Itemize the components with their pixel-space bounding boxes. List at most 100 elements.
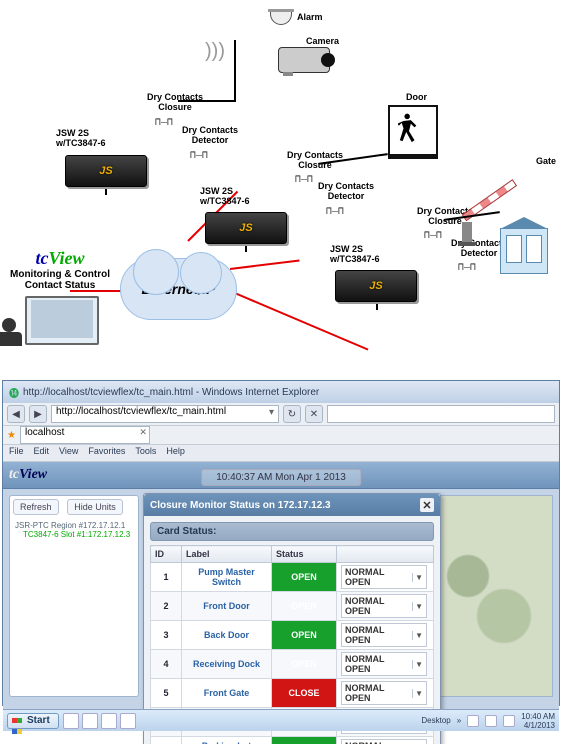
operator-monitor [25, 296, 99, 345]
dialog-title: Closure Monitor Status on 172.17.12.3 [150, 500, 331, 511]
signal-icon: ))) [205, 40, 225, 63]
tab[interactable]: localhost ✕ [20, 426, 150, 444]
brand-sub2: Contact Status [10, 280, 110, 291]
menu-help[interactable]: Help [166, 446, 185, 460]
normal-select[interactable]: NORMAL OPEN▼ [341, 623, 427, 647]
alarm-dome [270, 12, 292, 25]
chevron-down-icon: ▼ [412, 631, 423, 640]
device1-closure-label: Dry ContactsClosure [145, 92, 205, 112]
taskbar-clock[interactable]: 10:40 AM4/1/2013 [521, 712, 555, 730]
normal-select[interactable]: NORMAL OPEN▼ [341, 681, 427, 705]
normal-select[interactable]: NORMAL OPEN▼ [341, 594, 427, 618]
tab-close-icon[interactable]: ✕ [139, 427, 147, 438]
col-status: Status [272, 546, 337, 563]
dialog-subtitle: Card Status: [150, 522, 434, 541]
cell-label: Parking Lot Entrance [182, 737, 272, 744]
dialog-close-button[interactable]: ✕ [420, 498, 434, 512]
cell-status: OPEN [272, 563, 337, 592]
app-brand-view: View [19, 467, 47, 482]
tray-icon[interactable] [485, 715, 497, 727]
normal-select[interactable]: NORMAL OPEN▼ [341, 652, 427, 676]
menu-view[interactable]: View [59, 446, 78, 460]
menu-tools[interactable]: Tools [135, 446, 156, 460]
quicklaunch-icon[interactable] [82, 713, 98, 729]
cell-normal: NORMAL OPEN▼ [337, 563, 434, 592]
window-titlebar: ⓮ http://localhost/tcviewflex/tc_main.ht… [3, 381, 559, 403]
menu-edit[interactable]: Edit [34, 446, 50, 460]
windows-logo-icon [12, 715, 24, 727]
alarm-label: Alarm [297, 12, 323, 22]
tree-root[interactable]: JSR-PTC Region #172.17.12.1 [15, 521, 133, 530]
brand-logo: tcView [10, 248, 110, 269]
desktop-label[interactable]: Desktop [421, 716, 450, 725]
app-brand-tc: tc [9, 467, 19, 482]
device1-model: JSW 2Sw/TC3847-6 [56, 128, 106, 148]
gate-label: Gate [536, 156, 556, 166]
closure-monitor-dialog: Closure Monitor Status on 172.17.12.3 ✕ … [143, 493, 441, 744]
taskbar: Start Desktop » 10:40 AM4/1/2013 [3, 709, 559, 731]
cell-label: Pump Master Switch [182, 563, 272, 592]
col-id: ID [151, 546, 182, 563]
table-row: 2Front DoorOPENNORMAL OPEN▼ [151, 592, 434, 621]
quicklaunch-icon[interactable] [101, 713, 117, 729]
stop-button[interactable]: ✕ [305, 405, 323, 423]
cell-label: Front Door [182, 592, 272, 621]
map-background [431, 495, 553, 697]
brand-view: View [48, 248, 84, 268]
table-row: 1Pump Master SwitchOPENNORMAL OPEN▼ [151, 563, 434, 592]
addr-dropdown-icon[interactable]: ▾ [269, 407, 274, 418]
browser-window: ⓮ http://localhost/tcviewflex/tc_main.ht… [2, 380, 560, 706]
cell-normal: NORMAL OPEN▼ [337, 737, 434, 744]
cell-id: 7 [151, 737, 182, 744]
window-title: http://localhost/tcviewflex/tc_main.html… [23, 387, 319, 398]
sidebar-hideunits-button[interactable]: Hide Units [67, 499, 123, 515]
cell-status: OPEN [272, 650, 337, 679]
start-button[interactable]: Start [7, 713, 59, 729]
address-bar[interactable]: http://localhost/tcviewflex/tc_main.html… [51, 405, 279, 423]
cell-id: 1 [151, 563, 182, 592]
menu-file[interactable]: File [9, 446, 24, 460]
cell-status: OPEN [272, 592, 337, 621]
door-label: Door [406, 92, 427, 102]
sidebar-refresh-button[interactable]: Refresh [13, 499, 59, 515]
table-row: 5Front GateCLOSENORMAL OPEN▼ [151, 679, 434, 708]
tree-child[interactable]: TC3847-6 Slot #1:172.17.12.3 [23, 530, 133, 539]
tab-label: localhost [25, 427, 64, 438]
cell-id: 5 [151, 679, 182, 708]
chevron-down-icon: ▼ [412, 602, 423, 611]
device2-detector-label: Dry ContactsDetector [316, 181, 376, 201]
favorites-star-icon[interactable]: ★ [7, 430, 16, 441]
cell-status: CLOSE [272, 679, 337, 708]
menu-favorites[interactable]: Favorites [88, 446, 125, 460]
address-text: http://localhost/tcviewflex/tc_main.html [56, 406, 226, 417]
normal-select[interactable]: NORMAL OPEN▼ [341, 565, 427, 589]
cell-label: Front Gate [182, 679, 272, 708]
normal-select[interactable]: NORMAL OPEN▼ [341, 739, 427, 744]
col-label: Label [182, 546, 272, 563]
operator-person [2, 318, 16, 332]
menu-bar: File Edit View Favorites Tools Help [3, 445, 559, 462]
dialog-titlebar: Closure Monitor Status on 172.17.12.3 ✕ [144, 494, 440, 516]
cell-normal: NORMAL OPEN▼ [337, 650, 434, 679]
device3: JS [335, 270, 417, 302]
gate-boom [464, 214, 526, 246]
pulse-icon: ┌┐_┌┐ [324, 204, 344, 215]
cell-status: OPEN [272, 621, 337, 650]
cell-status: OPEN [272, 737, 337, 744]
tray-icon[interactable] [467, 715, 479, 727]
sidebar: Refresh Hide Units JSR-PTC Region #172.1… [9, 495, 139, 697]
cell-label: Receiving Dock [182, 650, 272, 679]
refresh-button[interactable]: ↻ [283, 405, 301, 423]
nav-back-button[interactable]: ◀ [7, 405, 25, 423]
nav-fwd-button[interactable]: ▶ [29, 405, 47, 423]
chevron-down-icon: ▼ [412, 660, 423, 669]
pulse-icon: ┌┐_┌┐ [153, 115, 173, 126]
cell-normal: NORMAL OPEN▼ [337, 679, 434, 708]
camera-label: Camera [306, 36, 339, 46]
search-bar[interactable] [327, 405, 555, 423]
quicklaunch-icon[interactable] [120, 713, 136, 729]
app-content: 10:40:37 AM Mon Apr 1 2013 Refresh Hide … [3, 489, 559, 731]
quicklaunch-icon[interactable] [63, 713, 79, 729]
tray-icon[interactable] [503, 715, 515, 727]
app-datetime: 10:40:37 AM Mon Apr 1 2013 [201, 469, 361, 486]
